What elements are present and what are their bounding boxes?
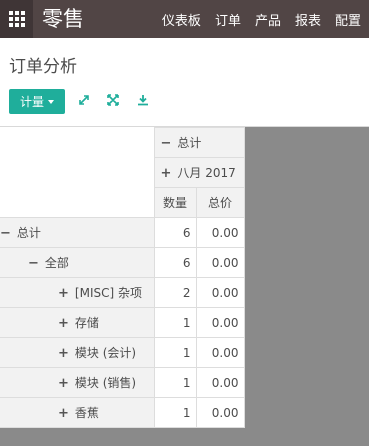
pivot-row: + [MISC] 杂项 2 0.00: [0, 277, 245, 308]
row-label: 模块 (会计): [74, 346, 137, 360]
collapse-icon: −: [160, 136, 172, 151]
top-navbar: 零售 仪表板 订单 产品 报表 配置: [0, 0, 369, 38]
row-label: 总计: [16, 226, 41, 240]
row-label: 存储: [74, 316, 99, 330]
cell-price[interactable]: 0.00: [195, 217, 245, 248]
apps-menu-icon[interactable]: [0, 0, 33, 38]
col-header-total[interactable]: − 总计: [153, 127, 245, 158]
expand-icon: +: [58, 376, 69, 391]
cell-price[interactable]: 0.00: [195, 307, 245, 338]
menu-item-orders[interactable]: 订单: [215, 10, 241, 29]
row-label: 全部: [44, 256, 69, 270]
menu-item-dashboard[interactable]: 仪表板: [162, 10, 201, 29]
flip-axis-icon[interactable]: [75, 90, 93, 110]
row-header[interactable]: + 存储: [0, 307, 155, 338]
breadcrumb: 订单分析: [9, 57, 77, 77]
expand-icon: +: [58, 286, 69, 301]
cell-price[interactable]: 0.00: [195, 247, 245, 278]
measures-dropdown-button[interactable]: 计量: [9, 89, 65, 114]
row-header[interactable]: + [MISC] 杂项: [0, 277, 155, 308]
menu-item-config[interactable]: 配置: [335, 10, 361, 29]
cell-qty[interactable]: 1: [153, 397, 197, 428]
download-icon[interactable]: [134, 90, 152, 110]
menu-item-products[interactable]: 产品: [255, 10, 281, 29]
row-header[interactable]: − 总计: [0, 217, 155, 248]
cell-qty[interactable]: 1: [153, 337, 197, 368]
measure-header-price[interactable]: 总价: [195, 187, 245, 218]
row-header[interactable]: + 模块 (销售): [0, 367, 155, 398]
expand-icon: +: [160, 166, 172, 181]
collapse-icon: −: [0, 226, 11, 241]
expand-all-icon[interactable]: [104, 90, 122, 110]
row-label: 模块 (销售): [74, 376, 137, 390]
row-label: 香蕉: [74, 406, 99, 420]
expand-icon: +: [58, 406, 69, 421]
row-header[interactable]: + 模块 (会计): [0, 337, 155, 368]
expand-icon: +: [58, 346, 69, 361]
cell-price[interactable]: 0.00: [195, 397, 245, 428]
menu-item-reports[interactable]: 报表: [295, 10, 321, 29]
row-header[interactable]: + 香蕉: [0, 397, 155, 428]
pivot-area: − 总计 + 八月 2017 数量 总价 − 总计 6 0.00− 全部 6 0.00 + [MIS…: [0, 127, 369, 446]
measure-header-qty[interactable]: 数量: [153, 187, 197, 218]
pivot-row: − 全部 6 0.00: [0, 247, 245, 278]
col-header-period[interactable]: + 八月 2017: [153, 157, 245, 188]
cell-qty[interactable]: 1: [153, 367, 197, 398]
pivot-corner: [0, 127, 155, 218]
pivot-row: − 总计 6 0.00: [0, 217, 245, 248]
control-panel: 订单分析 计量: [0, 38, 369, 127]
row-label: [MISC] 杂项: [74, 286, 142, 300]
cell-qty[interactable]: 6: [153, 217, 197, 248]
cell-qty[interactable]: 6: [153, 247, 197, 278]
row-header[interactable]: − 全部: [0, 247, 155, 278]
pivot-table: − 总计 + 八月 2017 数量 总价 − 总计 6 0.00− 全部 6 0.00 + [MIS…: [0, 127, 245, 428]
cell-price[interactable]: 0.00: [195, 277, 245, 308]
pivot-row: + 模块 (销售) 1 0.00: [0, 367, 245, 398]
app-title: 零售: [42, 7, 84, 31]
caret-down-icon: [48, 99, 54, 104]
expand-icon: +: [58, 316, 69, 331]
collapse-icon: −: [28, 256, 39, 271]
pivot-row: + 香蕉 1 0.00: [0, 397, 245, 428]
main-menu: 仪表板 订单 产品 报表 配置: [148, 0, 361, 38]
cell-qty[interactable]: 1: [153, 307, 197, 338]
cell-price[interactable]: 0.00: [195, 337, 245, 368]
cell-price[interactable]: 0.00: [195, 367, 245, 398]
pivot-row: + 存储 1 0.00: [0, 307, 245, 338]
pivot-row: + 模块 (会计) 1 0.00: [0, 337, 245, 368]
cell-qty[interactable]: 2: [153, 277, 197, 308]
pivot-rows: − 总计 6 0.00− 全部 6 0.00 + [MISC] 杂项 2 0.00 + 存储 1 0.00 +…: [0, 217, 245, 428]
measures-label: 计量: [19, 95, 44, 109]
